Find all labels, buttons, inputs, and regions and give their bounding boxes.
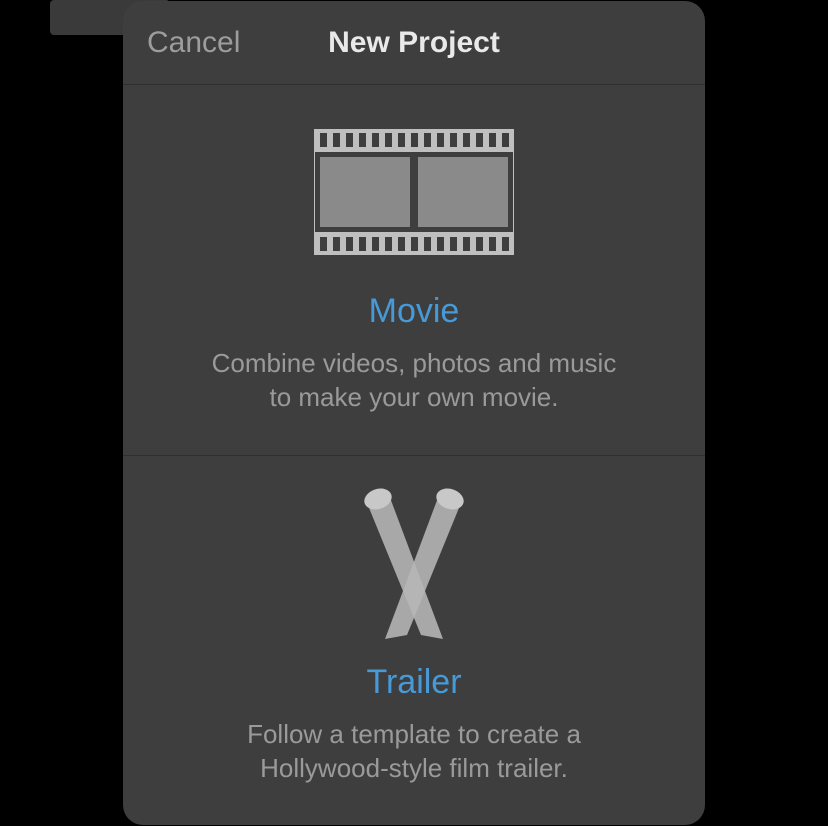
modal-header: Cancel New Project bbox=[123, 1, 705, 85]
option-movie-description: Combine videos, photos and music to make… bbox=[204, 347, 624, 415]
spotlight-icon bbox=[329, 483, 499, 643]
option-trailer[interactable]: Trailer Follow a template to create a Ho… bbox=[123, 456, 705, 826]
new-project-modal: Cancel New Project bbox=[123, 1, 705, 825]
modal-title: New Project bbox=[328, 26, 500, 60]
option-trailer-description: Follow a template to create a Hollywood-… bbox=[204, 718, 624, 786]
cancel-button[interactable]: Cancel bbox=[147, 26, 240, 60]
filmstrip-icon bbox=[314, 112, 514, 272]
option-movie-title: Movie bbox=[369, 292, 460, 331]
option-trailer-title: Trailer bbox=[366, 663, 461, 702]
option-movie[interactable]: Movie Combine videos, photos and music t… bbox=[123, 85, 705, 456]
